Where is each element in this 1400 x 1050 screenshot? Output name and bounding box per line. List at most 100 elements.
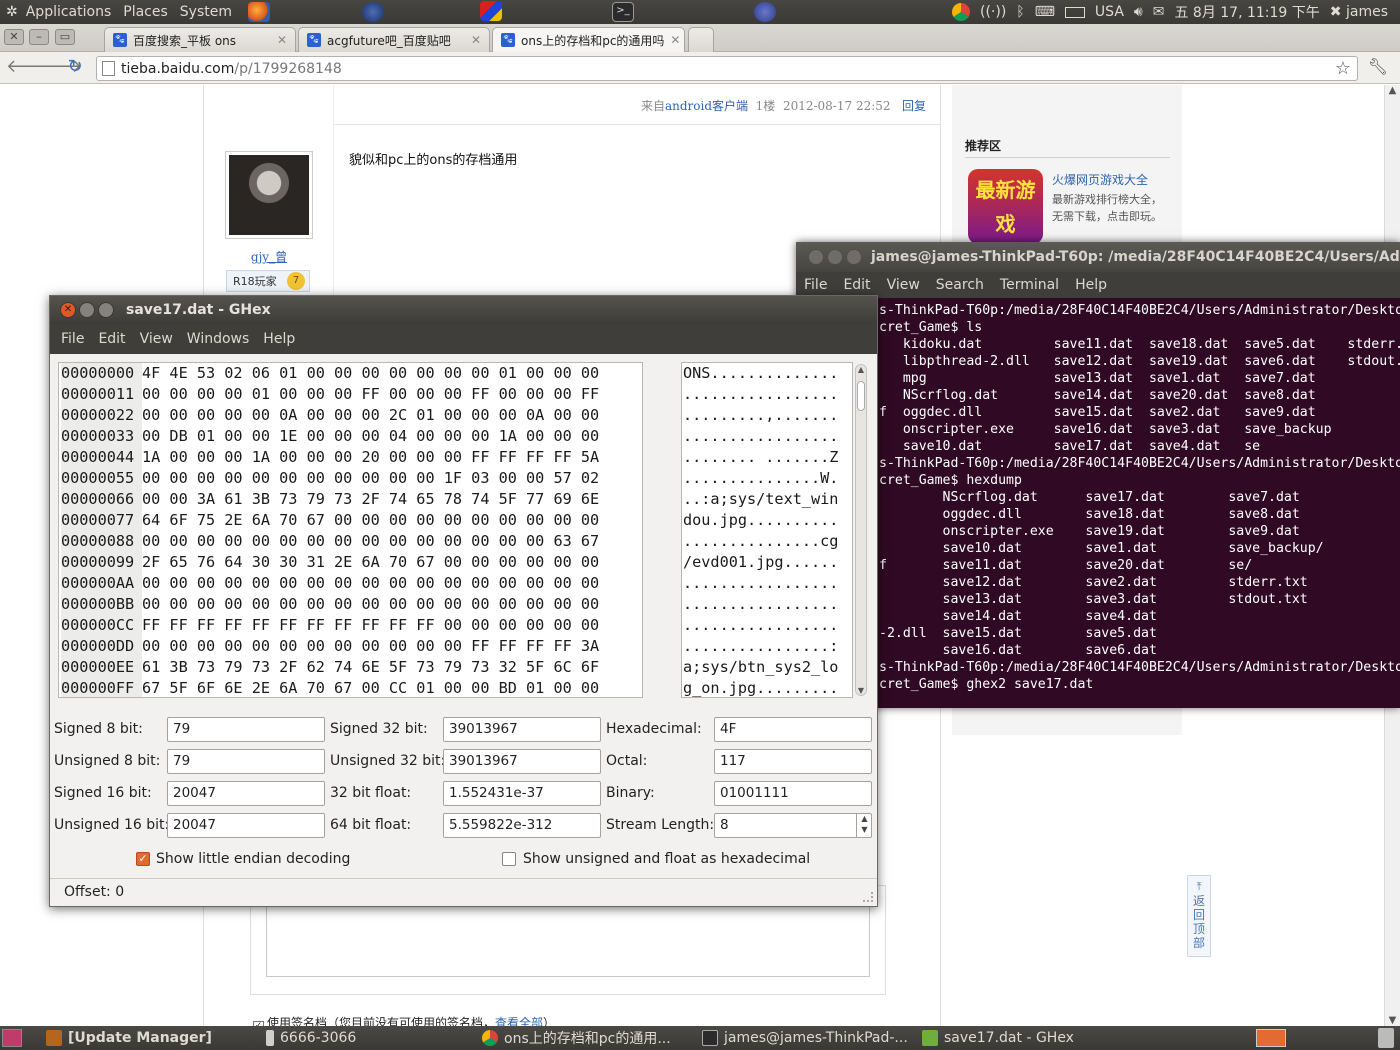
hex-row[interactable]: 000000FF 67 5F 6F 6E 2E 6A 70 67 00 CC 01… bbox=[59, 678, 642, 697]
tab-acgfuture[interactable]: 🐾︎ acgfuture吧_百度贴吧 ✕ bbox=[298, 27, 490, 52]
ghex-menu-file[interactable]: File bbox=[54, 331, 91, 347]
ghex-menu-windows[interactable]: Windows bbox=[180, 331, 257, 347]
clock[interactable]: 五 8月 17, 11:19 下午 bbox=[1174, 2, 1319, 22]
ascii-row[interactable]: dou.jpg.......... bbox=[682, 510, 852, 531]
show-desktop-icon[interactable] bbox=[2, 1029, 22, 1047]
ascii-row[interactable]: ...............cg bbox=[682, 531, 852, 552]
ascii-row[interactable]: ................. bbox=[682, 594, 852, 615]
mail-icon[interactable]: ✉ bbox=[1153, 4, 1165, 20]
globe-launcher-icon[interactable] bbox=[362, 2, 384, 22]
new-tab-button[interactable] bbox=[688, 27, 714, 52]
ghex-window[interactable]: ✕ save17.dat - GHex File Edit View Windo… bbox=[49, 295, 878, 907]
terminal-menu-help[interactable]: Help bbox=[1067, 277, 1115, 293]
task-ghex[interactable]: save17.dat - GHex bbox=[918, 1026, 1128, 1050]
binary-field[interactable]: 01001111 bbox=[714, 781, 872, 806]
keyboard-layout[interactable]: USA bbox=[1095, 4, 1124, 20]
hexadecimal-field[interactable]: 4F bbox=[714, 717, 872, 742]
ascii-row[interactable]: /evd001.jpg...... bbox=[682, 552, 852, 573]
hex-scroll-thumb[interactable] bbox=[857, 381, 865, 411]
ascii-row[interactable]: ONS.............. bbox=[682, 363, 852, 384]
app-launcher-icon[interactable] bbox=[480, 1, 502, 21]
hex-row[interactable]: 000000DD 00 00 00 00 00 00 00 00 00 00 00… bbox=[59, 636, 642, 657]
reply-editor[interactable] bbox=[266, 905, 870, 977]
hex-row[interactable]: 00000000 4F 4E 53 02 06 01 00 00 00 00 00… bbox=[59, 363, 642, 384]
terminal-titlebar[interactable]: james@james-ThinkPad-T60p: /media/28F40C… bbox=[796, 242, 1400, 272]
ascii-row[interactable]: ................. bbox=[682, 573, 852, 594]
recommend-image[interactable]: 最新游戏 bbox=[968, 169, 1043, 244]
hex-scroll-down-icon[interactable]: ▼ bbox=[856, 686, 866, 695]
close-window-button[interactable]: ✕ bbox=[4, 29, 24, 45]
hex-bytes[interactable]: 00 00 00 00 01 00 00 00 FF 00 00 00 FF 0… bbox=[142, 385, 599, 403]
hex-row[interactable]: 00000044 1A 00 00 00 1A 00 00 00 20 00 00… bbox=[59, 447, 642, 468]
battery-icon[interactable] bbox=[1064, 6, 1085, 18]
chrome-tray-icon[interactable] bbox=[951, 3, 970, 21]
author-name[interactable]: gjy_曾 bbox=[204, 248, 334, 265]
ascii-row[interactable]: .........,....... bbox=[682, 405, 852, 426]
workspace-switcher[interactable] bbox=[1256, 1029, 1286, 1047]
view-all-link[interactable]: 查看全部 bbox=[495, 1016, 543, 1026]
wifi-icon[interactable]: ((·)) bbox=[980, 4, 1006, 20]
ascii-row[interactable]: ................. bbox=[682, 384, 852, 405]
unsigned8-field[interactable]: 79 bbox=[167, 749, 325, 774]
applications-menu[interactable]: Applications bbox=[20, 4, 118, 20]
address-bar[interactable]: tieba.baidu.com/p/1799268148 ☆ bbox=[96, 56, 1358, 81]
hex-bytes[interactable]: 2F 65 76 64 30 30 31 2E 6A 70 67 00 00 0… bbox=[142, 553, 599, 571]
terminal-menu-file[interactable]: File bbox=[796, 277, 835, 293]
recommend-item-title[interactable]: 火爆网页游戏大全 bbox=[1052, 171, 1148, 188]
task-chrome[interactable]: ons上的存档和pc的通用... bbox=[478, 1026, 690, 1050]
ubuntu-logo-icon[interactable]: ✲ bbox=[0, 4, 20, 20]
hex-bytes[interactable]: 00 00 00 00 00 00 00 00 00 00 00 00 FF F… bbox=[142, 637, 599, 655]
hex-row[interactable]: 00000033 00 DB 01 00 00 1E 00 00 00 04 00… bbox=[59, 426, 642, 447]
hex-scrollbar[interactable]: ▲ ▼ bbox=[855, 364, 867, 696]
ascii-view[interactable]: ONS.....................................… bbox=[681, 362, 853, 698]
ascii-row[interactable]: ...............W. bbox=[682, 468, 852, 489]
bookmark-star-icon[interactable]: ☆ bbox=[1335, 58, 1351, 79]
hex-row[interactable]: 00000022 00 00 00 00 00 0A 00 00 00 2C 01… bbox=[59, 405, 642, 426]
back-button[interactable]: 🡐 bbox=[6, 56, 54, 80]
ascii-row[interactable]: ................: bbox=[682, 636, 852, 657]
signed8-field[interactable]: 79 bbox=[167, 717, 325, 742]
reload-button[interactable]: ↻ bbox=[63, 56, 87, 80]
unsigned-hex-label[interactable]: Show unsigned and float as hexadecimal bbox=[523, 851, 810, 867]
maximize-window-button[interactable]: ▭ bbox=[55, 29, 75, 45]
reply-link[interactable]: 回复 bbox=[902, 99, 926, 113]
hex-row[interactable]: 00000055 00 00 00 00 00 00 00 00 00 00 00… bbox=[59, 468, 642, 489]
task-terminal[interactable]: james@james-ThinkPad-... bbox=[698, 1026, 908, 1050]
terminal-minimize-button[interactable] bbox=[827, 249, 843, 265]
task-update-manager[interactable]: [Update Manager] bbox=[42, 1026, 250, 1050]
hex-bytes[interactable]: 00 00 00 00 00 0A 00 00 00 2C 01 00 00 0… bbox=[142, 406, 599, 424]
terminal-close-button[interactable] bbox=[808, 249, 824, 265]
hex-bytes[interactable]: 61 3B 73 79 73 2F 62 74 6E 5F 73 79 73 3… bbox=[142, 658, 599, 676]
ghex-menu-view[interactable]: View bbox=[133, 331, 180, 347]
hex-row[interactable]: 00000088 00 00 00 00 00 00 00 00 00 00 00… bbox=[59, 531, 642, 552]
hex-row[interactable]: 00000011 00 00 00 00 01 00 00 00 FF 00 00… bbox=[59, 384, 642, 405]
ascii-row[interactable]: ................. bbox=[682, 615, 852, 636]
unsigned32-field[interactable]: 39013967 bbox=[443, 749, 601, 774]
minimize-window-button[interactable]: – bbox=[29, 29, 49, 45]
hex-row[interactable]: 000000CC FF FF FF FF FF FF FF FF FF FF FF… bbox=[59, 615, 642, 636]
ghex-titlebar[interactable]: ✕ save17.dat - GHex bbox=[50, 296, 877, 324]
avatar[interactable] bbox=[225, 151, 313, 239]
trash-icon[interactable] bbox=[1378, 1028, 1394, 1048]
ascii-row[interactable]: g_on.jpg......... bbox=[682, 678, 852, 697]
terminal-menu-edit[interactable]: Edit bbox=[835, 277, 878, 293]
unsigned-hex-checkbox[interactable] bbox=[502, 852, 516, 866]
signed32-field[interactable]: 39013967 bbox=[443, 717, 601, 742]
float32-field[interactable]: 1.552431e-37 bbox=[443, 781, 601, 806]
ghex-minimize-button[interactable] bbox=[79, 302, 95, 318]
firefox-launcher-icon[interactable] bbox=[248, 2, 270, 22]
ascii-row[interactable]: ........ .......Z bbox=[682, 447, 852, 468]
terminal-menu-terminal[interactable]: Terminal bbox=[992, 277, 1067, 293]
tab-close-icon[interactable]: ✕ bbox=[271, 33, 287, 47]
hex-bytes[interactable]: 1A 00 00 00 1A 00 00 00 20 00 00 00 FF F… bbox=[142, 448, 599, 466]
client-link[interactable]: android客户端 bbox=[665, 99, 748, 113]
keyboard-icon[interactable]: ⌨ bbox=[1035, 4, 1055, 20]
spinner-arrows-icon[interactable]: ▲ ▼ bbox=[856, 813, 872, 838]
bluetooth-icon[interactable]: ᛒ bbox=[1016, 4, 1024, 20]
hex-scroll-up-icon[interactable]: ▲ bbox=[856, 365, 866, 374]
hex-row[interactable]: 00000099 2F 65 76 64 30 30 31 2E 6A 70 67… bbox=[59, 552, 642, 573]
terminal-window[interactable]: james@james-ThinkPad-T60p: /media/28F40C… bbox=[796, 242, 1400, 708]
hex-view[interactable]: 00000000 4F 4E 53 02 06 01 00 00 00 00 00… bbox=[58, 362, 643, 698]
tab-close-icon[interactable]: ✕ bbox=[664, 33, 680, 47]
tab-baidu-search[interactable]: 🐾︎ 百度搜索_平板 ons ✕ bbox=[104, 27, 296, 52]
